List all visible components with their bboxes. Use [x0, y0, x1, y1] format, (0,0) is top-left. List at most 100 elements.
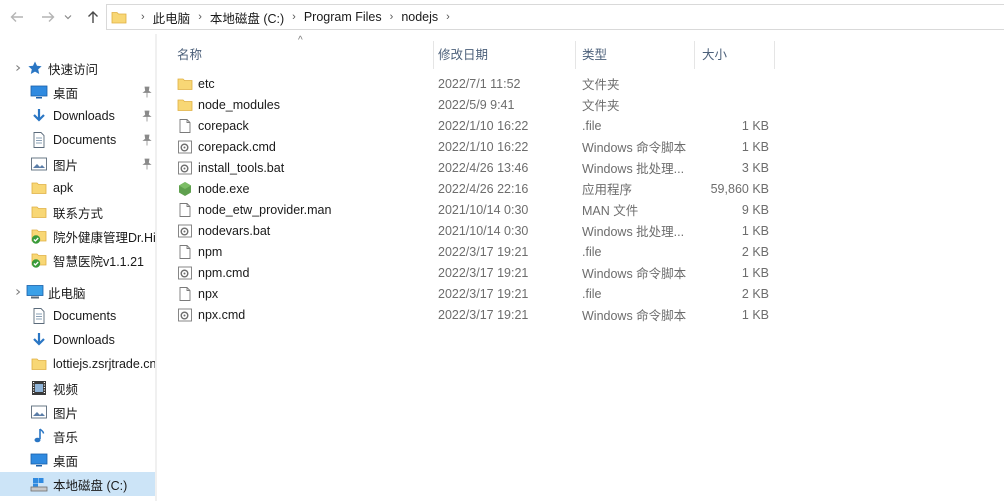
pc-icon	[26, 283, 44, 301]
file-type: 文件夹	[582, 99, 620, 113]
sidebar-item[interactable]: 院外健康管理Dr.Hi	[0, 224, 157, 248]
chevron-right-icon[interactable]: ›	[438, 11, 458, 23]
nav-item-label: Downloads	[53, 333, 115, 347]
sidebar-item[interactable]: Documents	[0, 128, 157, 152]
desktop-icon	[30, 83, 48, 101]
sidebar-item[interactable]: Downloads	[0, 328, 157, 352]
file-name-cell: npx	[177, 283, 427, 304]
file-row[interactable]: npm 2022/3/17 19:21 .file 2 KB	[173, 241, 773, 262]
expand-chevron-icon[interactable]	[14, 288, 24, 296]
column-divider[interactable]	[575, 41, 576, 69]
file-row[interactable]: npm.cmd 2022/3/17 19:21 Windows 命令脚本 1 KB	[173, 262, 773, 283]
recent-locations-button[interactable]	[60, 6, 76, 28]
file-name: npx.cmd	[198, 307, 246, 322]
file-row[interactable]: node_modules 2022/5/9 9:41 文件夹	[173, 94, 773, 115]
file-name-cell: node_modules	[177, 94, 427, 115]
sidebar-item[interactable]: 桌面	[0, 80, 157, 104]
script-icon	[177, 139, 193, 155]
breadcrumb[interactable]: › 此电脑 › 本地磁盘 (C:) › Program Files › node…	[106, 4, 1004, 30]
pin-icon[interactable]	[142, 86, 152, 98]
column-divider[interactable]	[774, 41, 775, 69]
breadcrumb-item[interactable]: 本地磁盘 (C:)	[210, 8, 284, 27]
sidebar-item[interactable]: 桌面	[0, 448, 157, 472]
file-row[interactable]: node_etw_provider.man 2021/10/14 0:30 MAN …	[173, 199, 773, 220]
file-date: 2022/3/17 19:21	[438, 244, 529, 259]
pin-icon[interactable]	[142, 110, 152, 122]
file-name: install_tools.bat	[198, 160, 285, 175]
script-icon	[177, 307, 193, 323]
file-date: 2022/4/26 22:16	[438, 181, 529, 196]
sidebar-item[interactable]: 图片	[0, 152, 157, 176]
folder-icon	[30, 179, 48, 197]
this-pc-header[interactable]: 此电脑	[0, 280, 157, 304]
sidebar-item[interactable]: 视频	[0, 376, 157, 400]
nav-item-label: 本地磁盘 (C:)	[53, 478, 128, 493]
sidebar-item[interactable]: Downloads	[0, 104, 157, 128]
nav-item-label: Documents	[53, 133, 117, 147]
column-divider[interactable]	[433, 41, 434, 69]
file-name: npm.cmd	[198, 265, 250, 280]
file-name: node_modules	[198, 97, 281, 112]
file-icon	[177, 244, 193, 260]
sidebar-item[interactable]: 音乐	[0, 424, 157, 448]
file-row[interactable]: install_tools.bat 2022/4/26 13:46 Windows …	[173, 157, 773, 178]
pin-icon[interactable]	[142, 158, 152, 170]
up-button[interactable]	[82, 6, 104, 28]
sidebar-item[interactable]: apk	[0, 176, 157, 200]
column-header-date[interactable]: 修改日期	[438, 41, 574, 65]
breadcrumb-item[interactable]: 此电脑	[153, 8, 191, 27]
address-bar: › 此电脑 › 本地磁盘 (C:) › Program Files › node…	[0, 0, 1004, 34]
sidebar-item[interactable]: 联系方式	[0, 200, 157, 224]
file-name-cell: node_etw_provider.man	[177, 199, 427, 220]
sidebar-item[interactable]: lottiejs.zsrjtrade.cn	[0, 352, 157, 376]
file-row[interactable]: corepack 2022/1/10 16:22 .file 1 KB	[173, 115, 773, 136]
breadcrumb-item[interactable]: Program Files	[304, 10, 382, 24]
file-date: 2021/10/14 0:30	[438, 202, 529, 217]
breadcrumb-item[interactable]: nodejs	[401, 10, 438, 24]
file-name: node.exe	[198, 181, 250, 196]
nav-item-label: 图片	[53, 406, 79, 421]
file-size: 1 KB	[741, 223, 769, 238]
sidebar-item[interactable]: 图片	[0, 400, 157, 424]
sidebar-item[interactable]: 智慧医院v1.1.21	[0, 248, 157, 272]
column-header-name[interactable]: 名称	[177, 41, 433, 65]
file-type: .file	[582, 118, 602, 133]
chevron-right-icon[interactable]: ›	[190, 11, 210, 23]
sidebar-item-local-disk[interactable]: 本地磁盘 (C:)	[0, 472, 157, 496]
quick-access-header[interactable]: 快速访问	[0, 56, 157, 80]
column-header-label: 修改日期	[438, 47, 489, 62]
back-button[interactable]	[6, 6, 28, 28]
column-divider[interactable]	[694, 41, 695, 69]
column-header-size[interactable]: 大小	[702, 41, 772, 65]
file-type: Windows 命令脚本	[582, 267, 687, 281]
file-icon	[177, 286, 193, 302]
nav-item-label: 视频	[53, 382, 79, 397]
file-name: nodevars.bat	[198, 223, 271, 238]
chevron-right-icon[interactable]: ›	[382, 11, 402, 23]
file-row[interactable]: npx.cmd 2022/3/17 19:21 Windows 命令脚本 1 KB	[173, 304, 773, 325]
file-row[interactable]: node.exe 2022/4/26 22:16 应用程序 59,860 KB	[173, 178, 773, 199]
column-header-type[interactable]: 类型	[582, 41, 692, 65]
file-row[interactable]: npx 2022/3/17 19:21 .file 2 KB	[173, 283, 773, 304]
file-list: ^ 名称 修改日期 类型 大小 etc 2022/7/1 11:52 文件夹 node…	[157, 34, 1004, 501]
file-type: .file	[582, 286, 602, 301]
file-row[interactable]: nodevars.bat 2021/10/14 0:30 Windows 批处理..…	[173, 220, 773, 241]
chevron-right-icon[interactable]: ›	[284, 11, 304, 23]
file-name: corepack	[198, 118, 249, 133]
chevron-right-icon[interactable]: ›	[133, 11, 153, 23]
forward-button[interactable]	[37, 6, 59, 28]
file-size: 9 KB	[741, 202, 769, 217]
file-row[interactable]: corepack.cmd 2022/1/10 16:22 Windows 命令脚本 1…	[173, 136, 773, 157]
expand-chevron-icon[interactable]	[14, 64, 24, 72]
nav-item-label: Downloads	[53, 109, 115, 123]
file-size: 1 KB	[741, 139, 769, 154]
nav-item-label: lottiejs.zsrjtrade.cn	[53, 357, 157, 371]
file-name: corepack.cmd	[198, 139, 276, 154]
sidebar-item[interactable]: Documents	[0, 304, 157, 328]
nav-item-label: 桌面	[53, 86, 79, 101]
file-name-cell: install_tools.bat	[177, 157, 427, 178]
folder-icon	[30, 203, 48, 221]
file-row[interactable]: etc 2022/7/1 11:52 文件夹	[173, 73, 773, 94]
pin-icon[interactable]	[142, 134, 152, 146]
up-arrow-icon	[88, 11, 98, 23]
